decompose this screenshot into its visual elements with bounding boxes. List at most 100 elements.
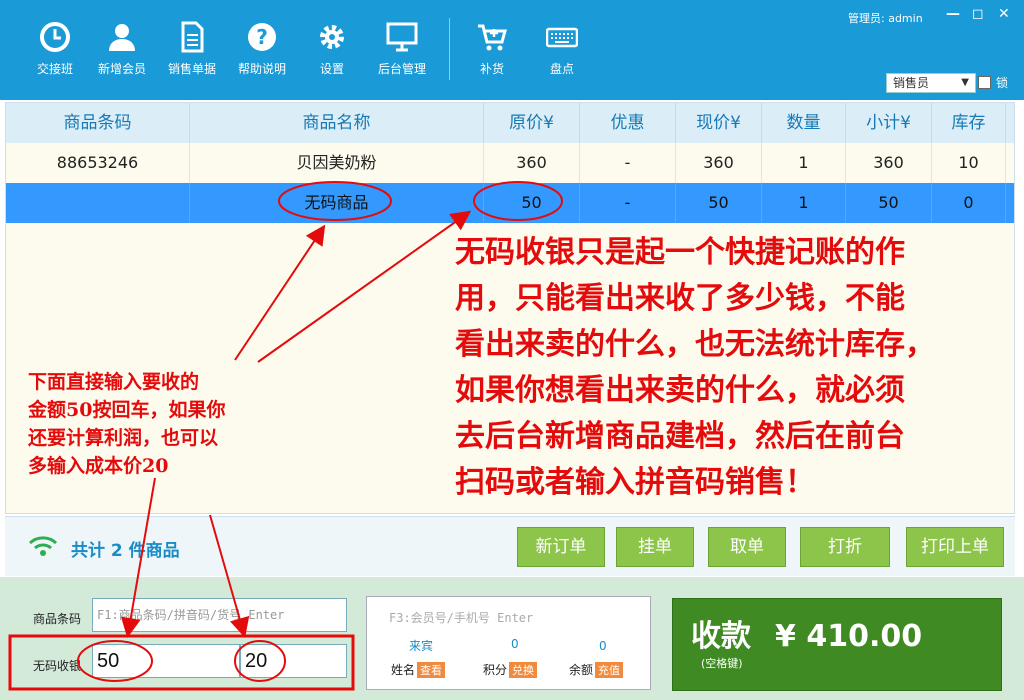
svg-text:?: ?: [256, 25, 268, 49]
row-stock: 10: [932, 143, 1006, 183]
inventory-button[interactable]: 盘点: [527, 20, 597, 77]
row-discount: -: [580, 143, 676, 183]
scrollbar[interactable]: [1006, 103, 1014, 143]
lock-checkbox[interactable]: [978, 76, 991, 89]
handover-label: 交接班: [36, 62, 73, 76]
row-current-price: 50: [676, 183, 762, 223]
nocode-amount-input[interactable]: 50: [92, 644, 240, 678]
row-name: 无码商品: [190, 183, 484, 223]
backend-label: 后台管理: [377, 62, 426, 76]
sales-orders-button[interactable]: 销售单据: [157, 20, 227, 77]
view-member-button[interactable]: 查看: [417, 662, 446, 678]
member-balance-label: 余额 充值: [569, 661, 624, 678]
right-note-line: 去后台新增商品建档，然后在前台: [455, 419, 905, 454]
hold-order-button[interactable]: 挂单: [616, 527, 694, 567]
row-original-price: 50: [484, 183, 580, 223]
member-input[interactable]: F3:会员号/手机号 Enter: [389, 609, 533, 626]
redeem-button[interactable]: 兑换: [509, 662, 538, 678]
discount-button[interactable]: 打折: [800, 527, 890, 567]
help-icon: ?: [245, 20, 279, 54]
checkout-button[interactable]: 收款 (空格键) ¥ 410.00: [672, 598, 1002, 691]
lock-label: 锁: [996, 76, 1009, 90]
name-label: 姓名: [391, 663, 416, 677]
right-note-line: 无码收银只是起一个快捷记账的作: [455, 235, 905, 270]
reprint-button[interactable]: 打印上单: [906, 527, 1004, 567]
right-annotation: 无码收银只是起一个快捷记账的作 用，只能看出来收了多少钱，不能 看出来卖的什么，…: [455, 230, 935, 506]
member-guest: 来宾: [409, 639, 434, 653]
settings-button[interactable]: 设置: [297, 20, 367, 77]
row-name: 贝因美奶粉: [190, 143, 484, 183]
clock-icon: [38, 20, 72, 54]
member-points-label: 积分 兑换: [483, 661, 538, 678]
wifi-icon: [28, 535, 58, 561]
backend-button[interactable]: 后台管理: [367, 20, 437, 77]
nocode-label: 无码收银: [33, 659, 82, 673]
help-label: 帮助说明: [237, 62, 286, 76]
left-annotation: 下面直接输入要收的 金额50按回车，如果你 还要计算利润，也可以 多输入成本价2…: [28, 368, 225, 480]
entry-panel: 商品条码 F1:商品条码/拼音码/货号 Enter 无码收银 50 20 F3:…: [0, 577, 1024, 700]
recharge-button[interactable]: 充值: [595, 662, 624, 678]
member-panel: F3:会员号/手机号 Enter 来宾 0 0 姓名 查看 积分 兑换 余额 充值: [366, 596, 651, 690]
header-current-price[interactable]: 现价¥: [676, 103, 762, 143]
left-note-line: 还要计算利润，也可以: [28, 427, 219, 449]
toolbar: 交接班 新增会员 销售单据 ? 帮助说明 设置 后台管理 补货 盘点 管理员: …: [0, 0, 1024, 100]
balance-label: 余额: [569, 663, 594, 677]
right-note-line: 扫码或者输入拼音码销售！: [455, 465, 815, 500]
header-name[interactable]: 商品名称: [190, 103, 484, 143]
table-row-selected[interactable]: 无码商品 50 - 50 1 50 0: [6, 183, 1014, 223]
item-count: 共计 2 件商品: [71, 541, 180, 561]
retrieve-order-button[interactable]: 取单: [708, 527, 786, 567]
row-current-price: 360: [676, 143, 762, 183]
member-points-value: 0: [511, 637, 519, 651]
row-quantity: 1: [762, 183, 846, 223]
restock-button[interactable]: 补货: [457, 20, 527, 77]
header-original-price[interactable]: 原价¥: [484, 103, 580, 143]
help-button[interactable]: ? 帮助说明: [227, 20, 297, 77]
row-stock: 0: [932, 183, 1006, 223]
action-bar: 共计 2 件商品 新订单 挂单 取单 打折 打印上单: [5, 516, 1015, 576]
monitor-icon: [385, 20, 419, 54]
row-discount: -: [580, 183, 676, 223]
inventory-label: 盘点: [549, 62, 574, 76]
sales-orders-label: 销售单据: [167, 62, 216, 76]
role-value: 销售员: [893, 76, 930, 90]
checkout-hint: (空格键): [701, 657, 743, 670]
settings-label: 设置: [319, 62, 344, 76]
add-member-button[interactable]: 新增会员: [87, 20, 157, 77]
barcode-input[interactable]: F1:商品条码/拼音码/货号 Enter: [92, 598, 347, 632]
total-amount: ¥ 410.00: [775, 619, 923, 654]
row-barcode: [6, 183, 190, 223]
header-discount[interactable]: 优惠: [580, 103, 676, 143]
right-note-line: 用，只能看出来收了多少钱，不能: [455, 281, 905, 316]
right-note-line: 看出来卖的什么，也无法统计库存，: [455, 327, 935, 362]
left-note-line: 下面直接输入要收的: [28, 371, 200, 393]
left-note-line: 金额50按回车，如果你: [28, 399, 226, 421]
member-balance-value: 0: [599, 639, 607, 653]
member-name-label: 姓名 查看: [391, 661, 446, 678]
row-subtotal: 360: [846, 143, 932, 183]
header-subtotal[interactable]: 小计¥: [846, 103, 932, 143]
right-note-line: 如果你想看出来卖的什么，就必须: [455, 373, 905, 408]
role-select[interactable]: 销售员 ▼: [886, 73, 976, 93]
checkout-label: 收款: [691, 619, 751, 654]
table-row[interactable]: 88653246 贝因美奶粉 360 - 360 1 360 10: [6, 143, 1014, 183]
close-icon[interactable]: ✕: [998, 6, 1010, 22]
keyboard-icon: [545, 20, 579, 54]
header-barcode[interactable]: 商品条码: [6, 103, 190, 143]
restock-label: 补货: [479, 62, 504, 76]
grid-header: 商品条码 商品名称 原价¥ 优惠 现价¥ 数量 小计¥ 库存: [6, 103, 1014, 143]
handover-button[interactable]: 交接班: [20, 20, 90, 77]
header-stock[interactable]: 库存: [932, 103, 1006, 143]
toolbar-divider: [449, 18, 450, 80]
points-label: 积分: [483, 663, 508, 677]
chevron-down-icon: ▼: [961, 77, 969, 88]
barcode-label: 商品条码: [33, 612, 82, 626]
minimize-icon[interactable]: —: [946, 6, 960, 22]
new-order-button[interactable]: 新订单: [517, 527, 605, 567]
gear-icon: [315, 20, 349, 54]
maximize-icon[interactable]: ◻: [972, 6, 984, 22]
add-member-label: 新增会员: [97, 62, 146, 76]
document-icon: [175, 20, 209, 54]
header-quantity[interactable]: 数量: [762, 103, 846, 143]
cost-price-input[interactable]: 20: [240, 644, 347, 678]
